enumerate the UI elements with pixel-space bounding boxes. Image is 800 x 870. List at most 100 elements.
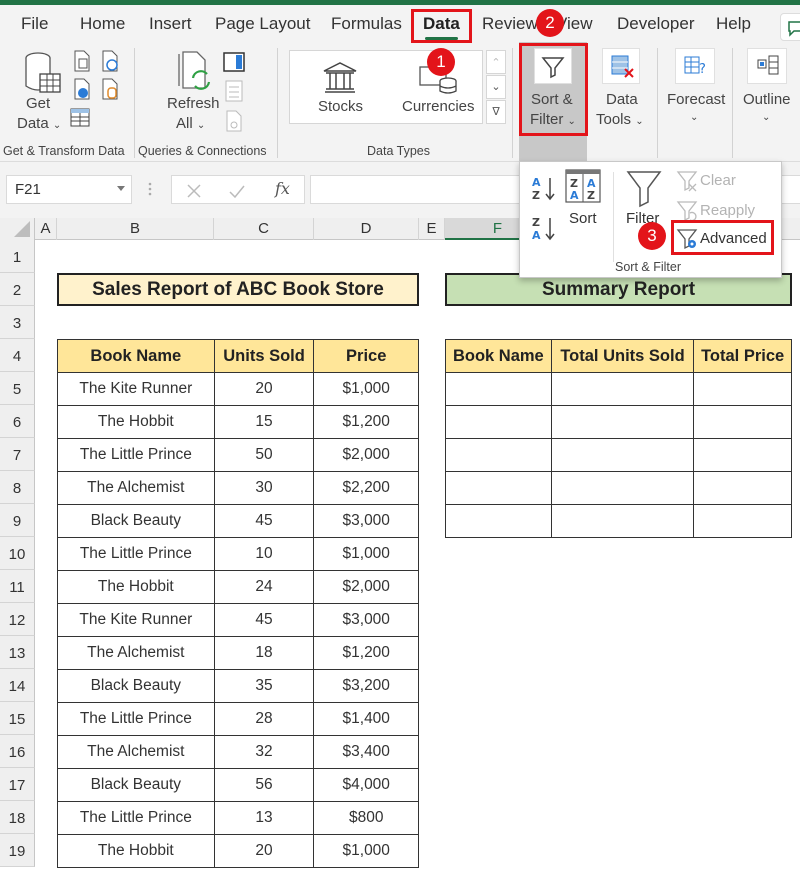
row-header[interactable]: 8	[0, 471, 35, 504]
cancel-icon[interactable]	[186, 183, 202, 199]
summary-cell[interactable]	[693, 405, 792, 439]
tab-page-layout[interactable]: Page Layout	[215, 14, 310, 34]
row-header[interactable]: 11	[0, 570, 35, 603]
summary-cell[interactable]	[445, 471, 552, 505]
row-header[interactable]: 17	[0, 768, 35, 801]
column-header-a[interactable]: A	[35, 218, 57, 240]
summary-cell[interactable]	[693, 504, 792, 538]
row-header[interactable]: 12	[0, 603, 35, 636]
row-header[interactable]: 15	[0, 702, 35, 735]
existing-connections-icon[interactable]	[100, 78, 120, 100]
sales-cell[interactable]: The Little Prince	[57, 702, 215, 736]
outline-button[interactable]: Outline ⌄	[740, 42, 800, 137]
column-header-e[interactable]: E	[419, 218, 445, 240]
name-box[interactable]: F21	[6, 175, 132, 204]
forecast-button[interactable]: ? Forecast ⌄	[665, 42, 727, 137]
gallery-scroll-down[interactable]: ⌄	[486, 75, 506, 99]
sales-cell[interactable]: 15	[213, 405, 315, 439]
properties-icon[interactable]	[225, 80, 243, 102]
column-header-d[interactable]: D	[314, 218, 419, 240]
row-header[interactable]: 18	[0, 801, 35, 834]
sales-cell[interactable]: $1,200	[313, 636, 419, 670]
from-text-icon[interactable]	[72, 50, 92, 72]
sales-cell[interactable]: $3,000	[313, 504, 419, 538]
summary-cell[interactable]	[445, 372, 552, 406]
summary-cell[interactable]	[550, 471, 695, 505]
queries-connections-icon[interactable]	[223, 52, 245, 72]
sales-cell[interactable]: $1,000	[313, 537, 419, 571]
sales-cell[interactable]: $2,000	[313, 570, 419, 604]
sales-cell[interactable]: 32	[213, 735, 315, 769]
formula-bar-grip-icon[interactable]	[148, 181, 152, 197]
sales-cell[interactable]: 30	[213, 471, 315, 505]
sales-cell[interactable]: 18	[213, 636, 315, 670]
sales-cell[interactable]: Black Beauty	[57, 504, 215, 538]
column-title[interactable]: Units Sold	[213, 339, 315, 373]
sales-cell[interactable]: $2,000	[313, 438, 419, 472]
column-title[interactable]: Total Units Sold	[550, 339, 695, 373]
sales-cell[interactable]: $3,000	[313, 603, 419, 637]
summary-cell[interactable]	[693, 372, 792, 406]
clear-filter-button[interactable]: Clear	[676, 170, 776, 194]
sales-cell[interactable]: 24	[213, 570, 315, 604]
summary-cell[interactable]	[550, 405, 695, 439]
row-header[interactable]: 9	[0, 504, 35, 537]
insert-function-icon[interactable]: fx	[275, 179, 290, 198]
sort-z-to-a-button[interactable]: ZA	[530, 214, 558, 244]
from-table-icon[interactable]	[70, 108, 90, 128]
sales-cell[interactable]: 20	[213, 372, 315, 406]
summary-cell[interactable]	[445, 405, 552, 439]
summary-cell[interactable]	[550, 438, 695, 472]
summary-cell[interactable]	[445, 438, 552, 472]
sales-cell[interactable]: $1,000	[313, 372, 419, 406]
row-header[interactable]: 1	[0, 240, 35, 273]
sort-button[interactable]: ZAAZ Sort	[564, 168, 604, 232]
column-title[interactable]: Book Name	[57, 339, 215, 373]
column-title[interactable]: Book Name	[445, 339, 552, 373]
sales-report-title[interactable]: Sales Report of ABC Book Store	[57, 273, 419, 306]
sales-cell[interactable]: $3,400	[313, 735, 419, 769]
sales-cell[interactable]: 20	[213, 834, 315, 868]
column-title[interactable]: Price	[313, 339, 419, 373]
summary-cell[interactable]	[693, 471, 792, 505]
summary-cell[interactable]	[550, 504, 695, 538]
sales-cell[interactable]: 28	[213, 702, 315, 736]
row-header[interactable]: 6	[0, 405, 35, 438]
select-all-button[interactable]	[0, 218, 35, 240]
row-header[interactable]: 5	[0, 372, 35, 405]
sales-cell[interactable]: $3,200	[313, 669, 419, 703]
sort-a-to-z-button[interactable]: AZ	[530, 174, 558, 204]
sales-cell[interactable]: $1,400	[313, 702, 419, 736]
sales-cell[interactable]: $4,000	[313, 768, 419, 802]
tab-help[interactable]: Help	[716, 14, 751, 34]
sales-cell[interactable]: Black Beauty	[57, 669, 215, 703]
sales-cell[interactable]: The Little Prince	[57, 801, 215, 835]
sales-cell[interactable]: $800	[313, 801, 419, 835]
sales-cell[interactable]: $1,000	[313, 834, 419, 868]
gallery-more[interactable]: ∇	[486, 100, 506, 124]
sales-cell[interactable]: 45	[213, 603, 315, 637]
tab-review[interactable]: Review	[482, 14, 538, 34]
sales-cell[interactable]: 10	[213, 537, 315, 571]
sales-cell[interactable]: The Kite Runner	[57, 603, 215, 637]
sales-cell[interactable]: 45	[213, 504, 315, 538]
sales-cell[interactable]: $2,200	[313, 471, 419, 505]
row-header[interactable]: 10	[0, 537, 35, 570]
sales-cell[interactable]: The Hobbit	[57, 834, 215, 868]
sales-cell[interactable]: 50	[213, 438, 315, 472]
stocks-button[interactable]: Stocks	[290, 51, 388, 123]
sales-cell[interactable]: The Little Prince	[57, 537, 215, 571]
column-header-c[interactable]: C	[214, 218, 314, 240]
summary-cell[interactable]	[550, 372, 695, 406]
column-title[interactable]: Total Price	[693, 339, 792, 373]
sales-cell[interactable]: The Alchemist	[57, 735, 215, 769]
sales-cell[interactable]: The Hobbit	[57, 570, 215, 604]
sales-cell[interactable]: 56	[213, 768, 315, 802]
tab-insert[interactable]: Insert	[149, 14, 192, 34]
name-box-dropdown-icon[interactable]	[117, 186, 125, 191]
row-header[interactable]: 19	[0, 834, 35, 867]
from-web-icon[interactable]	[72, 78, 92, 100]
refresh-all-button[interactable]	[175, 50, 215, 92]
gallery-scroll-up[interactable]: ⌃	[486, 50, 506, 74]
comments-button[interactable]	[780, 13, 800, 41]
